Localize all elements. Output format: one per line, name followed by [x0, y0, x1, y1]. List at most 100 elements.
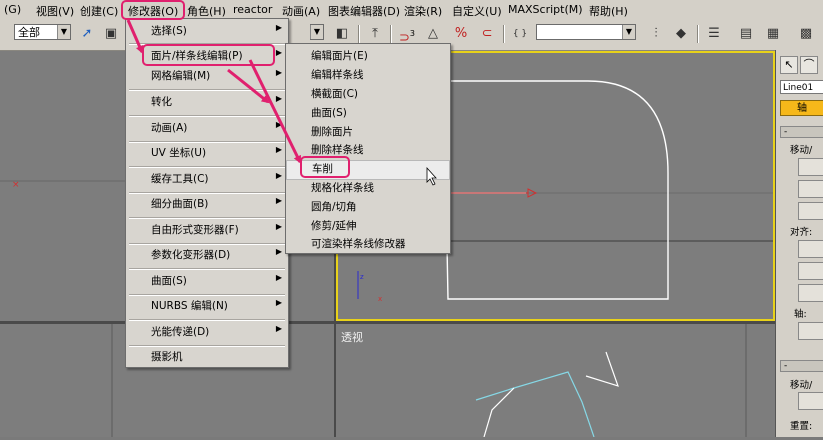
menu-item-help[interactable]: 帮助(H) [589, 3, 628, 19]
menu-item-customize[interactable]: 自定义(U) [452, 3, 502, 19]
menu-item-group[interactable]: (G) [4, 3, 21, 16]
submenu-item-cross-section[interactable]: 横截面(C) [286, 86, 450, 104]
menu-item-rendering[interactable]: 渲染(R) [404, 3, 442, 19]
select-arrow-icon[interactable]: ➚ [76, 23, 98, 45]
menu-item-selection[interactable]: 选择(S) ▶ [126, 23, 288, 41]
menu-item-reactor[interactable]: reactor [233, 3, 272, 16]
toolbar-separator [503, 25, 505, 43]
submenu-arrow-icon: ▶ [275, 247, 282, 256]
menu-separator [129, 166, 285, 168]
rollout-collapse-button[interactable]: - [780, 360, 823, 372]
command-panel: ↖ ⌒ Line01 轴 - 移动/ 对齐: 轴: - 移动/ 重置: [775, 50, 823, 437]
submenu-arrow-icon: ▶ [275, 94, 282, 103]
menu-item-cache-tools[interactable]: 缓存工具(C) ▶ [126, 171, 288, 189]
spinner-snap-icon[interactable]: ⊂ [476, 23, 498, 45]
toolbar-separator [390, 25, 392, 43]
submenu-arrow-icon: ▶ [275, 171, 282, 180]
menu-item-free-form-deformers[interactable]: 自由形式变形器(F) ▶ [126, 222, 288, 240]
menu-item-animation[interactable]: 动画(A) [282, 3, 320, 19]
submenu-item-edit-spline[interactable]: 编辑样条线 [286, 67, 450, 85]
menu-item-uv-coordinates[interactable]: UV 坐标(U) ▶ [126, 145, 288, 163]
submenu-arrow-icon: ▶ [275, 145, 282, 154]
axis-x-label: x [378, 295, 382, 303]
material-editor-icon[interactable]: ▩ [795, 23, 817, 45]
menu-separator [129, 141, 285, 143]
selection-filter-value: 全部 [18, 26, 40, 39]
submenu-item-delete-patch[interactable]: 删除面片 [286, 124, 450, 142]
menu-item-graph-editors[interactable]: 图表编辑器(D) [328, 3, 400, 19]
menu-item-subdivision-surfaces[interactable]: 细分曲面(B) ▶ [126, 196, 288, 214]
menu-separator [129, 89, 285, 91]
alignment-label: 对齐: [790, 227, 813, 238]
menu-separator [129, 192, 285, 194]
submenu-item-renderable-spline[interactable]: 可渲染样条线修改器 [286, 236, 450, 254]
highlight-patch-spline-item [142, 44, 275, 66]
submenu-item-fillet-chamfer[interactable]: 圆角/切角 [286, 199, 450, 217]
submenu-item-edit-patch[interactable]: 编辑面片(E) [286, 48, 450, 66]
percent-snap-icon[interactable]: % [450, 23, 472, 45]
move-rotate-label: 移动/ [790, 380, 813, 391]
rollout-collapse-button[interactable]: - [780, 126, 823, 138]
submenu-arrow-icon: ▶ [275, 222, 282, 231]
object-name-field[interactable]: Line01 [780, 80, 823, 94]
affect-hierarchy-only-button[interactable] [798, 202, 823, 220]
submenu-item-trim-extend[interactable]: 修剪/延伸 [286, 218, 450, 236]
axis-x-marker: × [12, 180, 20, 190]
submenu-item-normalize-spline[interactable]: 规格化样条线 [286, 180, 450, 198]
mirror-icon[interactable]: ◧ [331, 23, 353, 45]
menu-item-maxscript[interactable]: MAXScript(M) [508, 3, 583, 16]
menu-item-mesh-editing[interactable]: 网格编辑(M) ▶ [126, 68, 288, 86]
submenu-arrow-icon: ▶ [275, 23, 282, 32]
menu-item-conversion[interactable]: 转化 ▶ [126, 94, 288, 112]
mirror-tool-icon[interactable]: ⫶ [645, 23, 667, 45]
modifiers-menu: 选择(S) ▶ 面片/样条线编辑(P) ▶ 网格编辑(M) ▶ 转化 ▶ 动画(A) ▶ … [125, 18, 289, 368]
affect-pivot-only-button[interactable] [798, 158, 823, 176]
chevron-down-icon: ▼ [622, 25, 635, 39]
menu-separator [129, 294, 285, 296]
highlight-lathe-item [300, 156, 350, 178]
reset-label: 重置: [790, 421, 813, 432]
viewport-perspective[interactable]: 透视 [336, 324, 775, 437]
snap-dimension-label: 3 [409, 29, 415, 38]
align-to-world-button[interactable] [798, 284, 823, 302]
edit-named-selection-icon[interactable]: { } [509, 23, 531, 45]
cursor-icon[interactable]: ↖ [780, 56, 798, 74]
menu-separator [129, 243, 285, 245]
menu-separator [129, 319, 285, 321]
reset-pivot-button[interactable] [798, 322, 823, 340]
angle-snap-icon[interactable]: △ [422, 23, 444, 45]
center-to-object-button[interactable] [798, 240, 823, 258]
toolbar-separator [358, 25, 360, 43]
menu-item-create[interactable]: 创建(C) [80, 3, 118, 19]
schematic-view-icon[interactable]: ▦ [762, 23, 784, 45]
viewport-perspective-canvas [475, 324, 747, 437]
modify-tab-icon[interactable]: ⌒ [800, 56, 818, 74]
align-tool-icon[interactable]: ◆ [670, 23, 692, 45]
affect-object-only-button[interactable] [798, 180, 823, 198]
align-to-object-button[interactable] [798, 262, 823, 280]
chevron-down-icon: ▼ [57, 25, 70, 39]
select-region-icon[interactable]: ▣ [100, 23, 122, 45]
selection-filter-dropdown[interactable]: 全部 ▼ [14, 24, 71, 40]
menu-item-character[interactable]: 角色(H) [187, 3, 226, 19]
move-pivot-label: 移动/ [790, 145, 813, 156]
submenu-arrow-icon: ▶ [275, 196, 282, 205]
menu-item-cameras[interactable]: 摄影机 [126, 349, 288, 367]
menu-item-views[interactable]: 视图(V) [36, 3, 74, 19]
snap-3d-icon[interactable]: ⤒ [364, 23, 386, 45]
transform-button[interactable] [798, 392, 823, 410]
line01-spline[interactable] [445, 80, 669, 300]
named-selection-dropdown[interactable]: ▼ [536, 24, 636, 40]
menu-separator [129, 268, 285, 270]
layer-manager-icon[interactable]: ☰ [703, 23, 725, 45]
menu-item-surface[interactable]: 曲面(S) ▶ [126, 273, 288, 291]
curve-editor-icon[interactable]: ▤ [735, 23, 757, 45]
menu-item-parametric-deformers[interactable]: 参数化变形器(D) ▶ [126, 247, 288, 265]
menu-item-radiosity[interactable]: 光能传递(D) ▶ [126, 324, 288, 342]
tab-pivot[interactable]: 轴 [780, 100, 823, 116]
menu-item-animation[interactable]: 动画(A) ▶ [126, 120, 288, 138]
menu-item-nurbs-editing[interactable]: NURBS 编辑(N) ▶ [126, 298, 288, 316]
snap-toggle-icon[interactable]: ⊃3 [396, 23, 418, 45]
reference-coord-dropdown[interactable]: ▼ [310, 24, 324, 40]
submenu-item-surface[interactable]: 曲面(S) [286, 105, 450, 123]
